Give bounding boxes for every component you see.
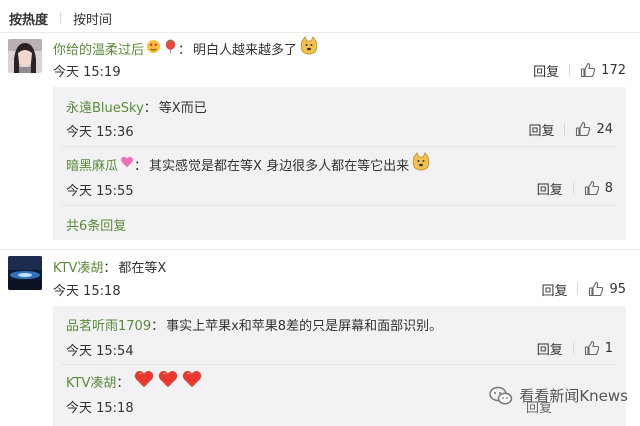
heart-emoji-icon	[120, 155, 134, 173]
reply-button[interactable]: 回复	[537, 339, 563, 358]
comment-actions: 回复 172	[533, 60, 626, 80]
reply-text: 事实上苹果x和苹果8差的只是屏幕和面部识别。	[166, 318, 443, 334]
username-link[interactable]: 品茗听雨1709	[66, 315, 151, 334]
reply-actions: 回复 1	[537, 338, 613, 358]
like-button[interactable]: 95	[588, 281, 626, 297]
comment-content: 你给的温柔过后 ： 明白人越来越多了	[53, 36, 319, 60]
like-button[interactable]: 1	[584, 340, 613, 356]
comment-content: KTV凑胡 ： 都在等X	[53, 256, 166, 276]
doge-emoji-icon	[411, 152, 431, 176]
username-link[interactable]: 你给的温柔过后	[53, 39, 144, 58]
comment-actions: 回复 95	[541, 279, 626, 299]
reply-text: 其实感觉是都在等X 身边很多人都在等它出来	[149, 158, 410, 174]
like-button[interactable]: 8	[584, 180, 613, 196]
wechat-icon	[489, 386, 513, 404]
comment-text: 明白人越来越多了	[193, 42, 298, 58]
tab-divider	[60, 12, 62, 24]
reply-button[interactable]: 回复	[537, 179, 563, 198]
reply-time: 今天 15:55	[66, 184, 134, 199]
sort-by-hot-tab[interactable]: 按热度	[9, 9, 48, 28]
watermark-text: 看看新闻Knews	[519, 387, 628, 405]
like-count: 1	[604, 340, 613, 356]
avatar[interactable]	[8, 39, 42, 73]
reply-content: KTV凑胡 ：	[66, 370, 203, 392]
username-link[interactable]: KTV凑胡	[53, 257, 103, 276]
reply-content: 暗黑麻瓜 ： 其实感觉是都在等X 身边很多人都在等它出来	[66, 152, 431, 176]
username-link[interactable]: KTV凑胡	[66, 372, 116, 391]
action-divider	[572, 342, 574, 354]
thumbs-up-icon	[589, 281, 604, 297]
divider	[62, 146, 616, 147]
like-count: 24	[596, 121, 613, 137]
reply-text: 等X而已	[158, 100, 207, 116]
divider	[62, 205, 616, 206]
doge-emoji-icon	[299, 36, 319, 60]
balloon-emoji-icon	[163, 38, 178, 58]
avatar[interactable]	[8, 256, 42, 290]
sort-by-time-tab[interactable]: 按时间	[73, 9, 112, 28]
reply-button[interactable]: 回复	[541, 280, 567, 299]
divider	[0, 249, 640, 250]
divider	[62, 364, 616, 365]
thumbs-up-icon	[584, 340, 599, 356]
action-divider	[569, 64, 571, 76]
divider	[0, 32, 640, 33]
reply-actions: 回复 8	[537, 178, 613, 198]
reply-time: 今天 15:36	[66, 125, 134, 140]
reply-actions: 回复 24	[528, 119, 613, 139]
like-count: 172	[601, 62, 626, 78]
like-count: 95	[609, 281, 626, 297]
action-divider	[564, 123, 566, 135]
heart-eyes-emoji-icon	[146, 39, 161, 58]
action-divider	[577, 283, 579, 295]
comment-time: 今天 15:18	[53, 284, 121, 299]
reply-content: 永遠BlueSky ： 等X而已	[66, 96, 207, 116]
like-button[interactable]: 24	[575, 121, 613, 137]
thumbs-up-icon	[576, 121, 591, 137]
heart-emoji-icon	[181, 369, 203, 393]
watermark: 看看新闻Knews	[489, 385, 628, 406]
like-count: 8	[604, 180, 613, 196]
like-button[interactable]: 172	[580, 62, 626, 78]
reply-time: 今天 15:54	[66, 344, 134, 359]
username-link[interactable]: 永遠BlueSky	[66, 97, 144, 116]
comment-text: 都在等X	[118, 260, 167, 276]
thumbs-up-icon	[581, 62, 596, 78]
reply-time: 今天 15:18	[66, 401, 134, 416]
sort-tabs: 按热度 按时间	[9, 8, 112, 28]
reply-button[interactable]: 回复	[533, 61, 559, 80]
action-divider	[572, 182, 574, 194]
heart-emoji-icon	[157, 369, 179, 393]
more-replies-link[interactable]: 共6条回复	[66, 215, 126, 234]
reply-content: 品茗听雨1709 ： 事实上苹果x和苹果8差的只是屏幕和面部识别。	[66, 314, 442, 334]
username-link[interactable]: 暗黑麻瓜	[66, 155, 118, 174]
reply-button[interactable]: 回复	[528, 120, 554, 139]
comment-time: 今天 15:19	[53, 65, 121, 80]
heart-emoji-icon	[133, 369, 155, 393]
thumbs-up-icon	[584, 180, 599, 196]
